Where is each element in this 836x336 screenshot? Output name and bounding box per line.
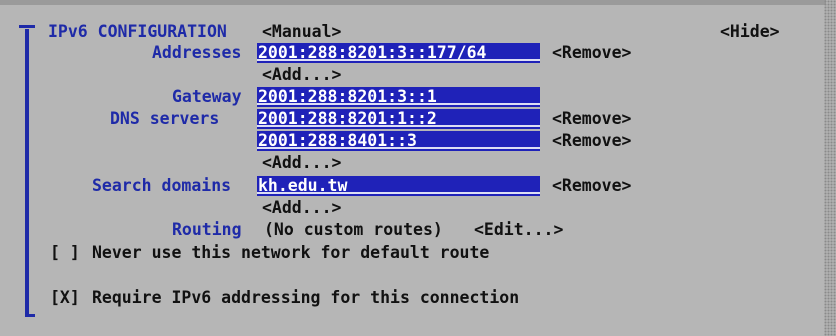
dns-remove-button-1[interactable]: <Remove> [552,108,631,130]
right-edge-pattern [824,0,836,336]
gateway-label: Gateway [172,87,242,106]
frame-top-tick [19,25,35,28]
hide-button[interactable]: <Hide> [720,21,780,43]
top-border [0,0,826,5]
routing-edit-button[interactable]: <Edit...> [474,219,563,241]
address-input[interactable]: 2001:288:8201:3::177/64 [257,43,540,63]
search-remove-button[interactable]: <Remove> [552,175,631,197]
addresses-label: Addresses [152,43,242,62]
search-add-button[interactable]: <Add...> [262,197,341,219]
search-domains-label: Search domains [92,176,232,195]
dns-remove-button-2[interactable]: <Remove> [552,130,631,152]
frame-left-line [25,29,29,317]
routing-label: Routing [172,220,242,239]
dns-label: DNS servers [110,109,220,128]
require-ipv6-label: Require IPv6 addressing for this connect… [92,288,520,307]
address-remove-button[interactable]: <Remove> [552,42,631,64]
never-default-label: Never use this network for default route [92,243,490,262]
ipv6-mode-dropdown[interactable]: <Manual> [262,21,341,43]
routing-value: (No custom routes) [264,220,443,239]
search-domain-input[interactable]: kh.edu.tw [257,176,540,196]
never-default-checkbox[interactable]: [ ] [50,242,80,264]
gateway-input[interactable]: 2001:288:8201:3::1 [257,87,540,107]
dns-input-2[interactable]: 2001:288:8401::3 [257,131,540,151]
address-add-button[interactable]: <Add...> [262,64,341,86]
dns-add-button[interactable]: <Add...> [262,152,341,174]
dns-input-1[interactable]: 2001:288:8201:1::2 [257,109,540,129]
frame-bottom-tick [25,314,35,317]
section-title: IPv6 CONFIGURATION [48,22,227,41]
require-ipv6-checkbox[interactable]: [X] [50,287,80,309]
